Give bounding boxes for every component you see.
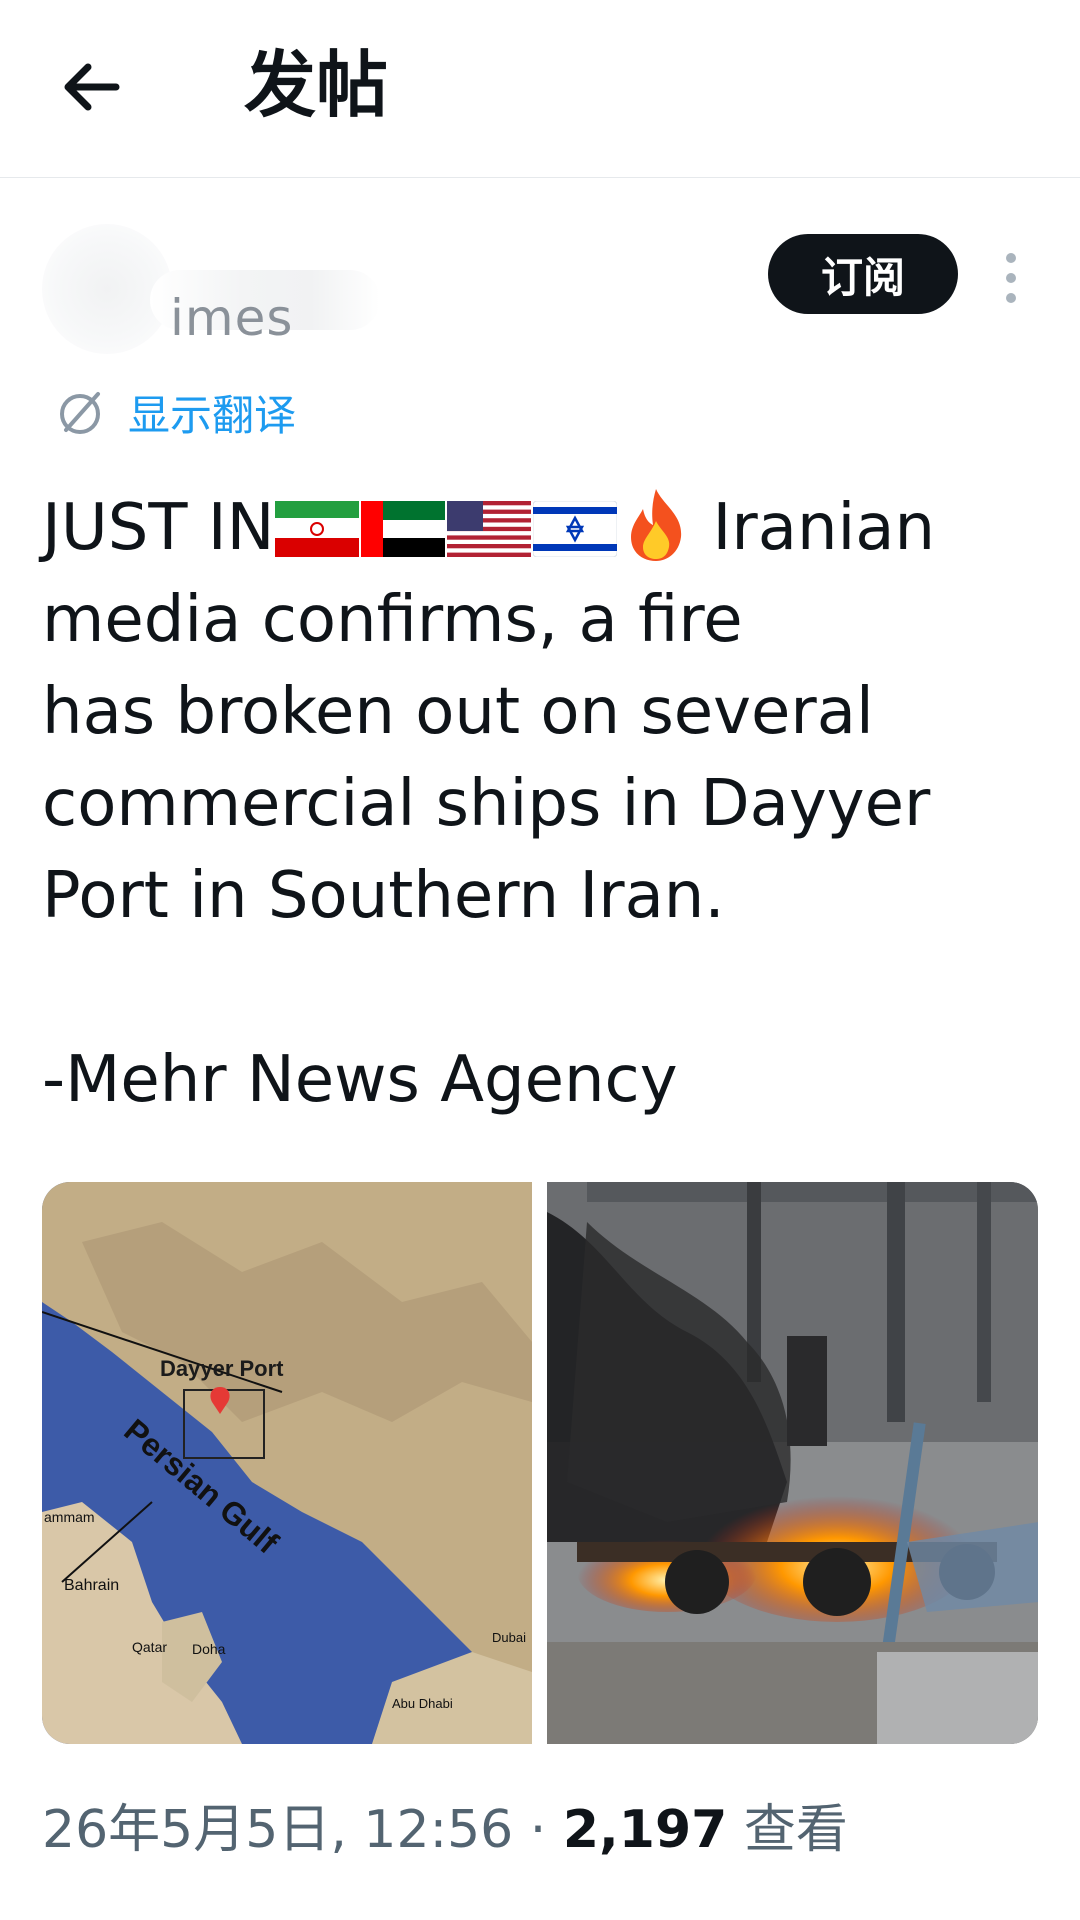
flag-israel-icon: [532, 501, 617, 557]
post-body: media confirms, a fire has broken out on…: [42, 583, 931, 1117]
post-prefix: JUST IN: [42, 491, 275, 565]
subscribe-button[interactable]: 订阅: [768, 234, 958, 314]
globe-slash-icon: [60, 392, 100, 434]
map-label-bahrain: Bahrain: [64, 1577, 119, 1594]
fire-photo[interactable]: [547, 1182, 1038, 1744]
show-translation-label: 显示翻译: [128, 390, 297, 440]
views-label: 查看: [727, 1800, 848, 1860]
fire-icon: [630, 489, 681, 561]
post-timestamp: 26年5月5日, 12:56 ·: [42, 1800, 563, 1860]
flag-iran-icon: [274, 501, 359, 557]
media-grid: Dayyer Port Persian Gulf Bahrain ammam Q…: [42, 1182, 1038, 1744]
page-title: 发帖: [244, 43, 389, 127]
map-label-port: Dayyer Port: [160, 1356, 284, 1381]
top-bar: 发帖: [0, 0, 1080, 178]
post-suffix: Iranian: [712, 491, 936, 565]
author-name[interactable]: imes: [170, 288, 293, 348]
persian-gulf-map: Dayyer Port Persian Gulf Bahrain ammam Q…: [42, 1182, 532, 1744]
map-label-qatar: Qatar: [132, 1639, 167, 1655]
post-meta: 26年5月5日, 12:56 · 2,197 查看: [42, 1798, 848, 1862]
views-count[interactable]: 2,197: [563, 1800, 727, 1860]
map-label-abudhabi: Abu Dhabi: [392, 1696, 453, 1711]
more-vertical-icon: [1006, 253, 1016, 303]
map-label-doha: Doha: [192, 1641, 226, 1657]
more-options-button[interactable]: [996, 248, 1026, 308]
author-row: imes 订阅: [0, 210, 1080, 360]
burning-vehicle-photo: [547, 1182, 1038, 1744]
flag-usa-icon: [446, 501, 531, 557]
map-label-dubai: Dubai: [492, 1630, 526, 1645]
flag-uae-icon: [360, 501, 445, 557]
arrow-left-icon: [64, 63, 120, 111]
back-button[interactable]: [58, 52, 128, 122]
show-translation-button[interactable]: 显示翻译: [52, 382, 296, 442]
map-image[interactable]: Dayyer Port Persian Gulf Bahrain ammam Q…: [42, 1182, 533, 1744]
map-label-dammam: ammam: [44, 1509, 95, 1525]
post-text: JUST IN Iranian media confirms, a fire ha…: [42, 482, 1042, 1126]
